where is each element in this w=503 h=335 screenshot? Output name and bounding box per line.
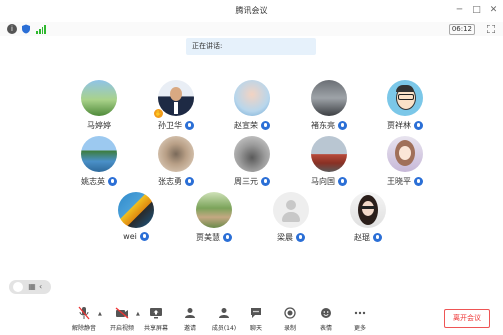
participant-name: 周三元 (234, 177, 258, 186)
participant-name: wei (123, 232, 137, 241)
microphone-icon (338, 121, 347, 130)
participant-tile[interactable]: 马向国 (294, 136, 364, 187)
window-title: 腾讯会议 (235, 6, 268, 15)
share-screen-button[interactable]: 共享屏幕 (139, 305, 173, 332)
participant-tile[interactable]: ✋ 孙卫华 (141, 80, 211, 131)
participant-name: 张志勇 (158, 177, 182, 186)
screen-share-icon (150, 308, 162, 319)
avatar (158, 136, 194, 172)
participant-tile[interactable]: 贾祥林 (370, 80, 440, 131)
microphone-icon (108, 177, 117, 186)
avatar (311, 136, 347, 172)
status-bar: i 06:12 (0, 22, 503, 36)
microphone-icon (338, 177, 347, 186)
participant-name: 孙卫华 (158, 121, 182, 130)
avatar (234, 80, 270, 116)
title-bar: 腾讯会议 ─ □ ✕ (0, 0, 503, 23)
avatar (311, 80, 347, 116)
participant-tile[interactable]: 王晓平 (370, 136, 440, 187)
info-icon[interactable]: i (7, 24, 17, 34)
avatar (158, 80, 194, 116)
record-icon (284, 307, 296, 319)
participant-name: 褚东亮 (311, 121, 335, 130)
avatar (196, 192, 232, 228)
microphone-icon (261, 121, 270, 130)
grid-icon[interactable]: ▦ (27, 282, 37, 292)
start-video-button[interactable]: 开启视频 (105, 305, 139, 332)
microphone-icon (414, 121, 423, 130)
unmute-button[interactable]: 解除静音 (67, 305, 101, 332)
microphone-icon (296, 233, 305, 242)
more-icon (354, 311, 366, 315)
participant-name: 姚志英 (81, 177, 105, 186)
participant-tile[interactable]: 梁晨 (256, 192, 326, 243)
participant-tile[interactable]: 马婷婷 (64, 80, 134, 131)
participant-tile[interactable]: 褚东亮 (294, 80, 364, 131)
chevron-left-icon[interactable]: ‹ (39, 282, 47, 292)
maximize-icon[interactable]: □ (471, 3, 482, 17)
members-button[interactable]: 成员(14) (207, 305, 241, 332)
participant-tile[interactable]: 张志勇 (141, 136, 211, 187)
speaking-indicator: 正在讲话: (186, 38, 316, 55)
microphone-icon (139, 232, 149, 241)
participant-name: 马向国 (311, 177, 335, 186)
microphone-icon (261, 177, 270, 186)
participant-tile[interactable]: 赵琨 (333, 192, 403, 243)
avatar (273, 192, 309, 228)
minimize-icon[interactable]: ─ (454, 3, 465, 17)
leave-meeting-button[interactable]: 离开会议 (444, 309, 490, 328)
participant-tile[interactable]: 周三元 (217, 136, 287, 187)
avatar (81, 136, 117, 172)
meeting-timer: 06:12 (448, 24, 475, 35)
chat-button[interactable]: 聊天 (239, 305, 273, 332)
unmute-options-caret[interactable]: ▲ (98, 311, 102, 317)
participant-tile[interactable]: 姚志英 (64, 136, 134, 187)
window-controls: ─ □ ✕ (454, 3, 499, 17)
microphone-icon (223, 233, 232, 242)
participant-tile[interactable]: wei (101, 192, 171, 241)
signal-icon[interactable] (36, 24, 46, 34)
reactions-button[interactable]: 表情 (309, 305, 343, 332)
invite-icon (185, 308, 195, 318)
shield-icon[interactable] (21, 24, 31, 34)
avatar (81, 80, 117, 116)
more-button[interactable]: 更多 (343, 305, 377, 332)
participant-tile[interactable]: 贾美慧 (179, 192, 249, 243)
hand-raise-icon: ✋ (154, 109, 163, 118)
avatar (387, 136, 423, 172)
microphone-off-icon (78, 306, 90, 320)
microphone-icon (373, 233, 382, 242)
chat-icon (251, 308, 261, 318)
fullscreen-icon[interactable] (486, 24, 496, 34)
participant-tile[interactable]: 赵宣荣 (217, 80, 287, 131)
emoji-icon (321, 308, 331, 318)
camera-off-icon (115, 307, 129, 319)
view-mode-icon[interactable] (13, 282, 23, 292)
invite-button[interactable]: 邀请 (173, 305, 207, 332)
microphone-icon (185, 121, 194, 130)
participant-name: 贾祥林 (387, 121, 411, 130)
avatar (387, 80, 423, 116)
participant-name: 梁晨 (277, 233, 293, 242)
avatar (118, 192, 154, 228)
participant-name: 贾美慧 (196, 233, 220, 242)
participant-name: 赵宣荣 (234, 121, 258, 130)
view-controls: ▦ ‹ (9, 280, 51, 294)
microphone-icon (185, 177, 194, 186)
participant-name: 赵琨 (354, 233, 370, 242)
participant-name: 马婷婷 (87, 121, 111, 130)
speaking-label: 正在讲话: (192, 42, 223, 50)
meeting-toolbar: 解除静音 ▲ 开启视频 ▲ 共享屏幕 邀请 成员(14) 聊天 录制 表情 更多 (0, 300, 503, 335)
microphone-icon (414, 177, 423, 186)
record-button[interactable]: 录制 (273, 305, 307, 332)
members-icon (219, 308, 229, 318)
avatar (350, 192, 386, 228)
avatar (234, 136, 270, 172)
close-icon[interactable]: ✕ (488, 3, 499, 17)
participant-name: 王晓平 (387, 177, 411, 186)
